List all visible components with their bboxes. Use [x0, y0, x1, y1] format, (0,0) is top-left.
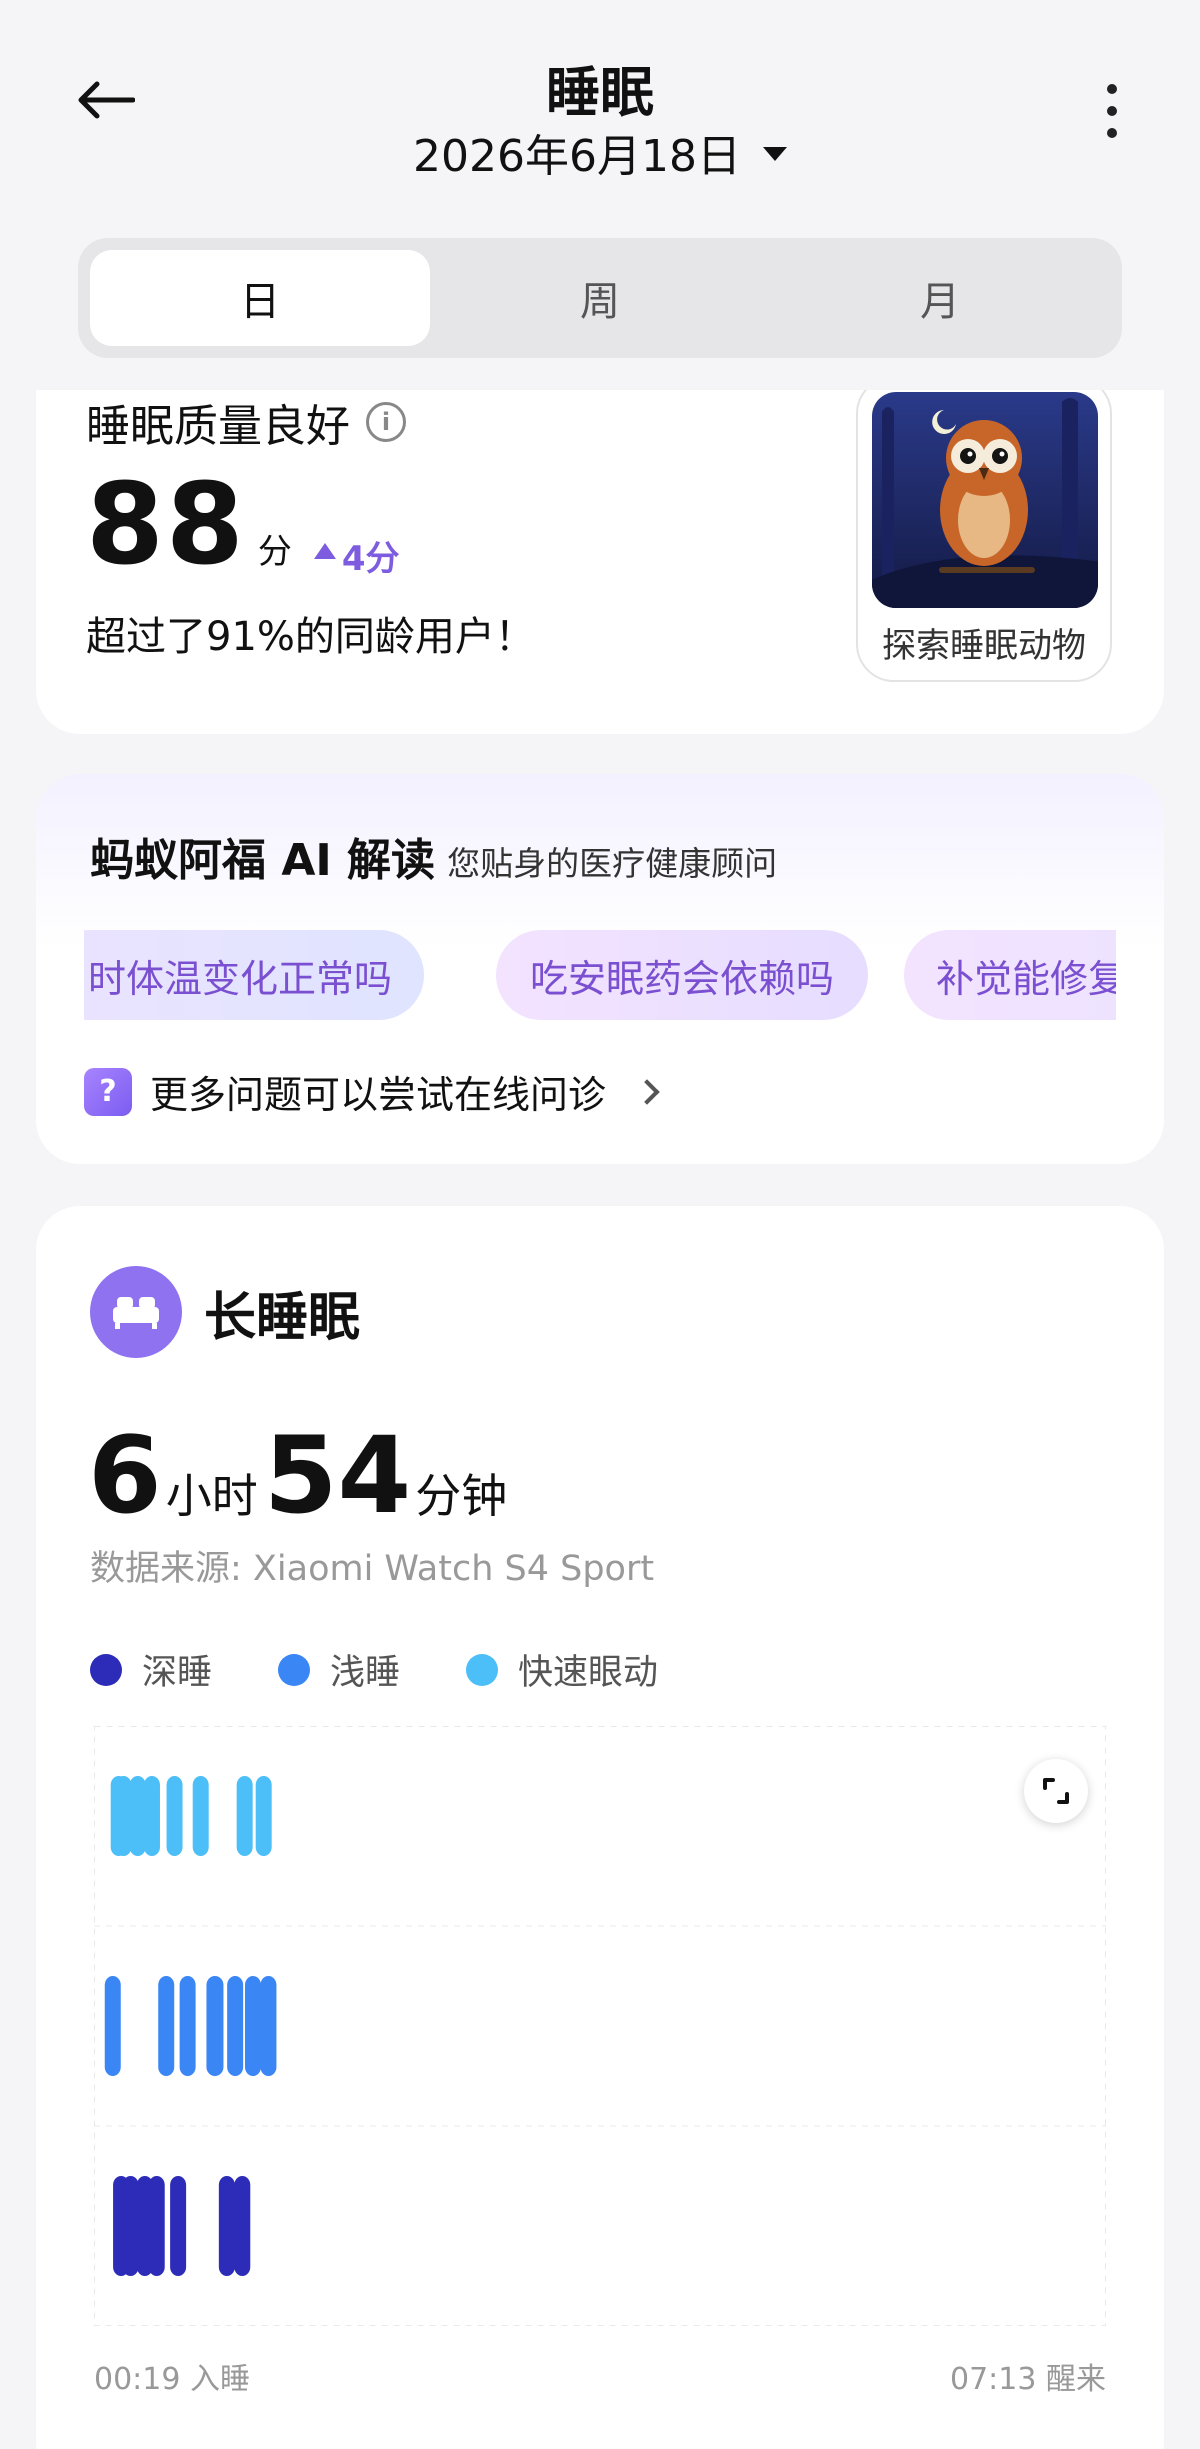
- sleep-stage-segment: [234, 2176, 251, 2276]
- sleep-stage-segment: [129, 1776, 146, 1856]
- sleep-animal-card[interactable]: 探索睡眠动物: [856, 376, 1112, 682]
- question-chip[interactable]: 吃安眠药会依赖吗: [496, 930, 868, 1020]
- quality-row: 睡眠质量良好 i: [86, 390, 406, 454]
- sleep-stage-segment: [166, 1776, 183, 1856]
- online-consult-link[interactable]: ? 更多问题可以尝试在线问诊: [84, 1064, 660, 1119]
- legend-label: 快速眼动: [518, 1653, 659, 1693]
- legend-light: 浅睡: [278, 1644, 400, 1695]
- question-chip[interactable]: 时体温变化正常吗: [84, 930, 424, 1020]
- score-unit: 分: [257, 532, 292, 572]
- chevron-right-icon: [634, 1078, 660, 1105]
- period-tabs: 日 周 月: [78, 238, 1122, 358]
- sleep-stage-chart[interactable]: [94, 1726, 1106, 2326]
- more-dot-icon: [1107, 106, 1117, 116]
- quality-label: 睡眠质量良好: [86, 401, 350, 452]
- sleep-stage-segment: [255, 1776, 272, 1856]
- date-selector[interactable]: 2026年6月18日: [0, 120, 1200, 184]
- sleep-end-label: 07:13 醒来: [950, 2362, 1106, 2397]
- online-consult-label: 更多问题可以尝试在线问诊: [150, 1073, 607, 1117]
- ai-interpretation-card: 蚂蚁阿福 AI 解读 您贴身的医疗健康顾问 时体温变化正常吗 吃安眠药会依赖吗 …: [36, 774, 1164, 1164]
- legend-label: 深睡: [142, 1653, 213, 1693]
- duration-minutes: 54: [263, 1414, 412, 1537]
- info-icon[interactable]: i: [366, 402, 406, 442]
- ai-title: 蚂蚁阿福 AI 解读: [90, 835, 436, 886]
- sleep-stage-segment: [206, 1976, 224, 2076]
- sleep-stage-segment: [260, 1976, 277, 2076]
- sleep-stage-segment: [179, 1976, 196, 2076]
- sleep-animal-label: 探索睡眠动物: [882, 626, 1086, 666]
- duration-hours-unit: 小时: [165, 1469, 258, 1523]
- duration-minutes-unit: 分钟: [415, 1469, 508, 1523]
- sleep-stage-segment: [158, 1976, 175, 2076]
- owl-illustration: [872, 392, 1098, 608]
- question-icon: ?: [84, 1067, 132, 1116]
- sleep-duration: 6 小时 54 分钟: [88, 1414, 513, 1537]
- long-sleep-card: 长睡眠 6 小时 54 分钟 数据来源: Xiaomi Watch S4 Spo…: [36, 1206, 1164, 2449]
- legend-swatch: [466, 1653, 499, 1686]
- bed-icon: [90, 1266, 182, 1358]
- expand-chart-button[interactable]: [1024, 1759, 1088, 1823]
- legend-deep: 深睡: [90, 1644, 212, 1695]
- page-title: 睡眠: [546, 61, 654, 124]
- sleep-stage-segment: [122, 2176, 139, 2276]
- sleep-stage-segment: [192, 1776, 209, 1856]
- ai-subtitle: 您贴身的医疗健康顾问: [447, 844, 778, 883]
- tab-month[interactable]: 月: [770, 250, 1110, 346]
- score-delta: 4分: [313, 531, 400, 580]
- legend-rem: 快速眼动: [466, 1644, 658, 1695]
- score-value: 88: [86, 460, 246, 590]
- tab-day[interactable]: 日: [90, 250, 430, 346]
- question-chip[interactable]: 补觉能修复熬: [904, 930, 1116, 1020]
- sleep-stage-segment: [104, 1976, 121, 2076]
- legend-swatch: [90, 1653, 122, 1686]
- arrow-up-icon: [313, 543, 336, 559]
- suggested-questions: 时体温变化正常吗 吃安眠药会依赖吗 补觉能修复熬: [84, 930, 1116, 1020]
- legend-swatch: [278, 1653, 311, 1686]
- chart-legend: 深睡 浅睡 快速眼动: [90, 1644, 658, 1695]
- header: 睡眠 2026年6月18日 日 周 月: [0, 0, 1200, 390]
- sleep-stage-segment: [227, 1976, 244, 2076]
- legend-label: 浅睡: [330, 1653, 401, 1693]
- caret-down-icon: [762, 147, 787, 161]
- more-dot-icon: [1107, 128, 1117, 138]
- date-label: 2026年6月18日: [413, 131, 741, 182]
- sleep-stage-segment: [148, 2176, 165, 2276]
- sleep-stage-segment: [236, 1776, 253, 1856]
- sleep-stage-segment: [143, 1776, 160, 1856]
- score-row: 88 分 4分: [86, 460, 400, 590]
- more-options-button[interactable]: [1102, 84, 1122, 138]
- sleep-stage-segment: [218, 2176, 235, 2276]
- ai-title-row: 蚂蚁阿福 AI 解读 您贴身的医疗健康顾问: [90, 824, 777, 888]
- sleep-stage-segment: [115, 1776, 132, 1856]
- expand-icon: [1043, 1778, 1069, 1804]
- tab-week[interactable]: 周: [430, 250, 770, 346]
- data-source: 数据来源: Xiaomi Watch S4 Sport: [90, 1549, 655, 1589]
- sleep-score-card: 睡眠质量良好 i 88 分 4分 超过了91%的同龄用户！ 探索睡眠动物: [36, 330, 1164, 734]
- score-delta-value: 4分: [341, 538, 400, 579]
- sleep-start-label: 00:19 入睡: [94, 2362, 250, 2397]
- sleep-stage-segment: [244, 1976, 261, 2076]
- more-dot-icon: [1107, 84, 1117, 94]
- long-sleep-header: 长睡眠: [90, 1266, 360, 1358]
- sleep-stage-segment: [170, 2176, 187, 2276]
- duration-hours: 6: [88, 1414, 162, 1537]
- long-sleep-title: 长睡眠: [204, 1287, 361, 1348]
- percentile-text: 超过了91%的同龄用户！: [86, 614, 535, 660]
